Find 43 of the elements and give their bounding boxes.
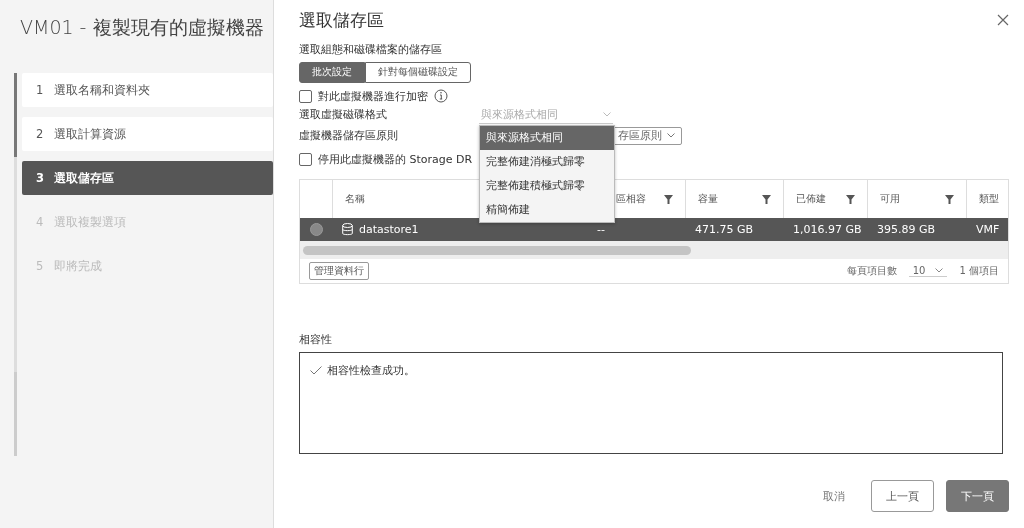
wizard-button[interactable]: 下一頁 <box>946 480 1009 512</box>
wizard-title: VM01 - 複製現有的虛擬機器 <box>20 16 265 39</box>
table-cell: VMF <box>976 223 1000 236</box>
page-size-dropdown[interactable]: 10 <box>908 265 948 277</box>
field-label: 虛擬機器儲存區原則 <box>299 128 399 143</box>
check-icon <box>310 366 322 375</box>
compatibility-label: 相容性 <box>299 332 333 347</box>
filter-icon[interactable] <box>846 194 855 204</box>
wizard-step[interactable]: 1 選取名稱和資料夾 <box>22 73 273 107</box>
database-icon <box>342 223 353 236</box>
wizard-button[interactable]: 取消 <box>809 480 859 512</box>
compatibility-message: 相容性檢查成功。 <box>327 363 415 378</box>
table-cell: 471.75 GB <box>695 223 754 236</box>
checkbox[interactable] <box>299 152 312 166</box>
field-label: 選取虛擬磁碟格式 <box>299 107 388 122</box>
page-size-label: 每頁項目數 <box>846 264 897 278</box>
info-icon[interactable] <box>434 89 448 103</box>
checkbox-label: 停用此虛擬機器的 Storage DR <box>318 151 473 167</box>
manage-columns-button[interactable]: 管理資料行 <box>309 262 369 280</box>
table-cell: 395.89 GB <box>877 223 936 236</box>
filter-icon[interactable] <box>945 194 954 204</box>
item-count: 1 個項目 <box>959 264 999 278</box>
mode-tab[interactable]: 批次設定 <box>299 62 365 83</box>
checkbox-label: 對此虛擬機器進行加密 <box>318 88 428 104</box>
caret-icon <box>935 268 944 273</box>
mode-tab[interactable]: 針對每個磁碟設定 <box>365 62 471 83</box>
table-cell: datastore1 <box>359 223 419 236</box>
section-label: 選取組態和磁碟檔案的儲存區 <box>299 42 443 57</box>
filter-icon[interactable] <box>762 194 771 204</box>
filter-icon[interactable] <box>664 194 673 204</box>
scrollbar-thumb[interactable] <box>303 245 691 255</box>
wizard-step[interactable]: 2 選取計算資源 <box>22 117 273 151</box>
table-cell: -- <box>597 223 605 236</box>
radio-button[interactable] <box>310 223 323 236</box>
table-cell: 1,016.97 GB <box>793 223 862 236</box>
dialog-title: 選取儲存區 <box>299 8 384 32</box>
caret-icon <box>603 111 611 117</box>
table-row[interactable]: datastore1 -- 471.75 GB 1,016.97 GB 395.89 GB VMF <box>300 218 1008 241</box>
wizard-button[interactable]: 上一頁 <box>871 480 934 512</box>
caret-icon <box>667 133 675 138</box>
close-icon[interactable] <box>997 14 1009 26</box>
checkbox[interactable] <box>299 89 312 103</box>
wizard-step[interactable]: 3 選取儲存區 <box>22 161 273 195</box>
